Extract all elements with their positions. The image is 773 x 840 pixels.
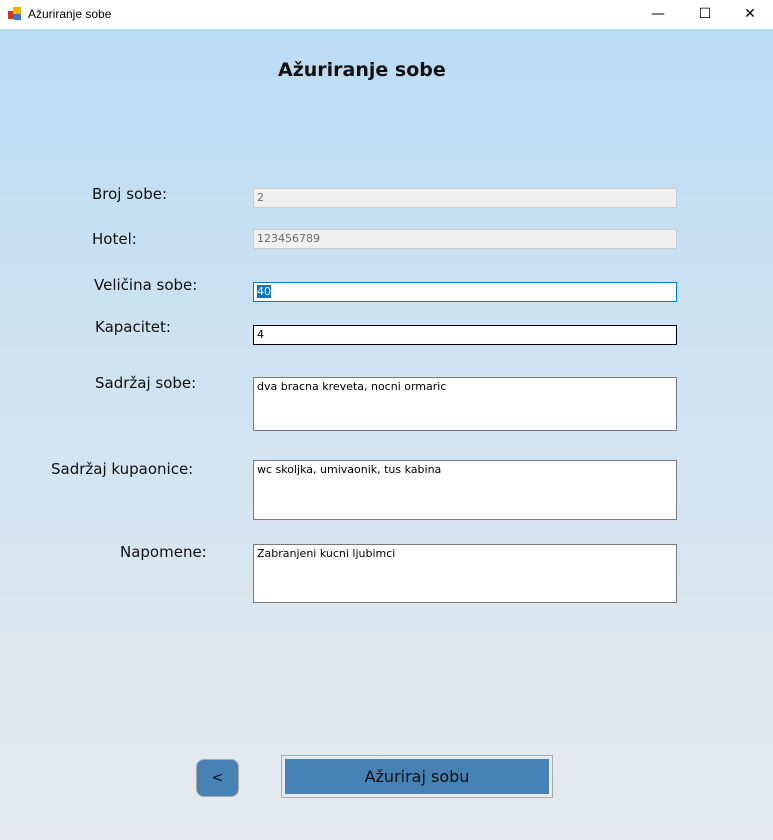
- broj-sobe-input[interactable]: 2: [253, 188, 677, 208]
- maximize-button[interactable]: ☐: [682, 0, 728, 29]
- update-room-button[interactable]: Ažuriraj sobu: [281, 755, 553, 798]
- sadrzaj-sobe-label: Sadržaj sobe:: [95, 374, 197, 392]
- velicina-sobe-input[interactable]: 40: [253, 282, 677, 302]
- sadrzaj-sobe-textarea[interactable]: dva bracna kreveta, nocni ormaric: [253, 377, 677, 431]
- velicina-sobe-value: 40: [257, 285, 271, 298]
- app-icon: [8, 7, 21, 20]
- form-body: Ažuriranje sobe Broj sobe: 2 Hotel: 1234…: [0, 29, 773, 840]
- hotel-label: Hotel:: [92, 230, 137, 248]
- kapacitet-label: Kapacitet:: [95, 318, 171, 336]
- napomene-textarea[interactable]: Zabranjeni kucni ljubimci: [253, 544, 677, 603]
- napomene-label: Napomene:: [120, 543, 207, 561]
- kapacitet-input[interactable]: 4: [253, 325, 677, 345]
- page-title: Ažuriranje sobe: [278, 59, 446, 81]
- velicina-sobe-label: Veličina sobe:: [94, 276, 198, 294]
- back-button[interactable]: <: [196, 759, 239, 797]
- title-bar: Ažuriranje sobe — ☐ ✕: [0, 0, 773, 29]
- broj-sobe-label: Broj sobe:: [92, 185, 168, 203]
- update-room-label: Ažuriraj sobu: [285, 759, 549, 794]
- hotel-input[interactable]: 123456789: [253, 229, 677, 249]
- window-title: Ažuriranje sobe: [28, 7, 112, 21]
- close-button[interactable]: ✕: [727, 0, 773, 29]
- sadrzaj-kupaonice-textarea[interactable]: wc skoljka, umivaonik, tus kabina: [253, 460, 677, 520]
- minimize-button[interactable]: —: [635, 0, 681, 29]
- sadrzaj-kupaonice-label: Sadržaj kupaonice:: [51, 460, 194, 478]
